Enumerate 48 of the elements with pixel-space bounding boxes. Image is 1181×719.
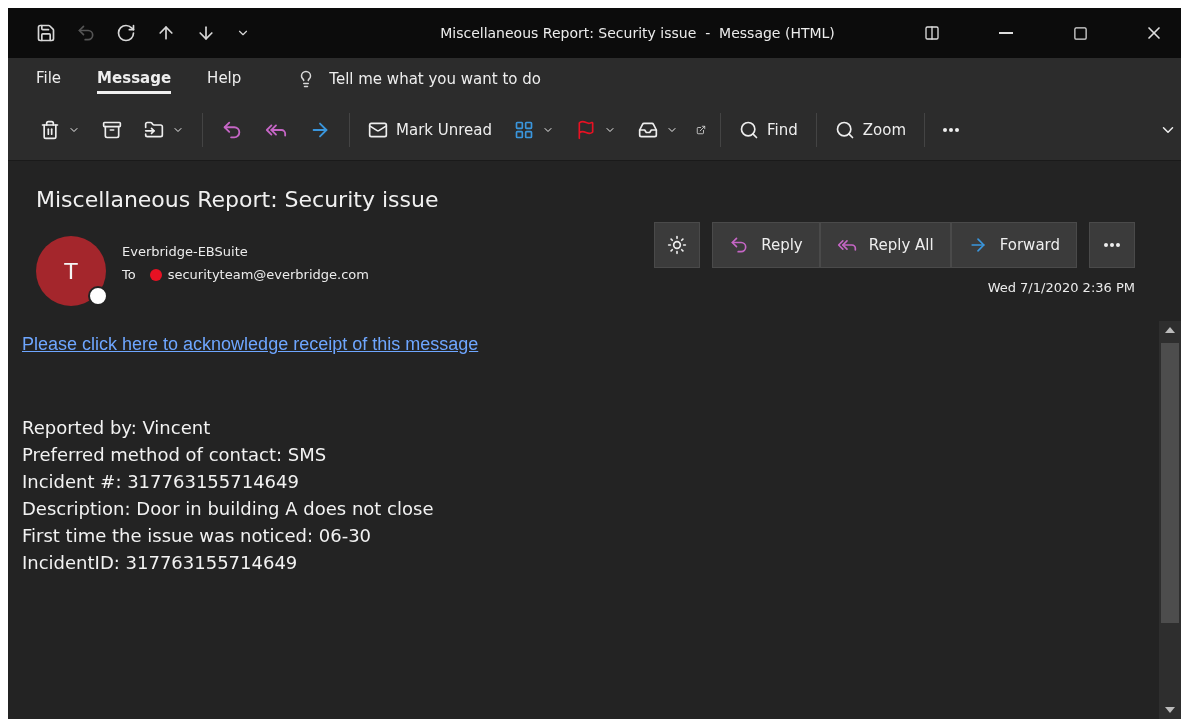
body-text-line: Preferred method of contact: SMS — [22, 444, 328, 465]
tell-me-field[interactable]: Tell me what you want to do — [327, 69, 592, 89]
maximize-icon — [1072, 25, 1088, 41]
scrollbar[interactable] — [1159, 321, 1181, 719]
body-text-line: Reported by: Vincent — [22, 417, 212, 438]
tray-icon — [638, 120, 659, 140]
magnifier-icon — [834, 120, 855, 140]
body-text-line: Incident #: 317763155714649 — [22, 471, 300, 492]
trash-icon — [40, 120, 60, 140]
window-title: Miscellaneous Report: Security issue - Message (HTML) — [439, 25, 836, 41]
message-date: Wed 7/1/2020 2:36 PM — [987, 280, 1135, 295]
presence-indicator — [88, 286, 108, 306]
dialog-launcher-icon[interactable] — [696, 125, 707, 135]
message-action-button[interactable]: Forward — [950, 222, 1077, 268]
sender-name: Everbridge-EBSuite — [122, 244, 249, 259]
sender-avatar: T — [36, 236, 106, 306]
more-icon — [1104, 243, 1120, 247]
recipient-address: securityteam@everbridge.com — [167, 267, 369, 282]
search-icon — [739, 120, 760, 140]
body-text-line: First time the issue was noticed: 06-30 — [22, 525, 373, 546]
find-button[interactable]: Find — [735, 116, 802, 144]
ribbon-tab[interactable]: Help — [207, 64, 242, 94]
ribbon-tab[interactable]: Message — [97, 64, 172, 94]
more-icon — [943, 128, 959, 132]
redo-icon[interactable] — [116, 23, 136, 43]
sun-icon — [667, 235, 688, 255]
mark-unread-button[interactable]: Mark Unread — [364, 116, 497, 144]
body-text-line: Description: Door in building A does not close — [22, 498, 435, 519]
status-dot — [149, 268, 162, 281]
flag-icon — [576, 120, 597, 140]
message-action-button[interactable]: Reply All — [819, 222, 951, 268]
message-subject: Miscellaneous Report: Security issue — [36, 187, 440, 212]
acknowledge-link[interactable]: Please click here to acknowledge receipt of this message — [22, 334, 479, 355]
body-text-line: IncidentID: 317763155714649 — [22, 552, 299, 573]
folder-icon — [144, 120, 164, 140]
panel-icon — [924, 25, 940, 41]
message-action-button[interactable]: Reply — [712, 222, 820, 268]
archive-box-icon — [102, 120, 122, 140]
grid-icon — [514, 120, 535, 140]
ribbon-tab[interactable]: File — [36, 64, 62, 94]
theme-toggle-button[interactable] — [654, 222, 701, 268]
undo-icon[interactable] — [76, 23, 96, 43]
curved-arrow-icon — [221, 119, 243, 141]
save-icon[interactable] — [36, 23, 56, 43]
to-label: To — [122, 267, 136, 282]
envelope-icon — [368, 120, 388, 140]
zoom-button[interactable]: Zoom — [830, 116, 910, 144]
minimize-icon — [999, 32, 1013, 34]
